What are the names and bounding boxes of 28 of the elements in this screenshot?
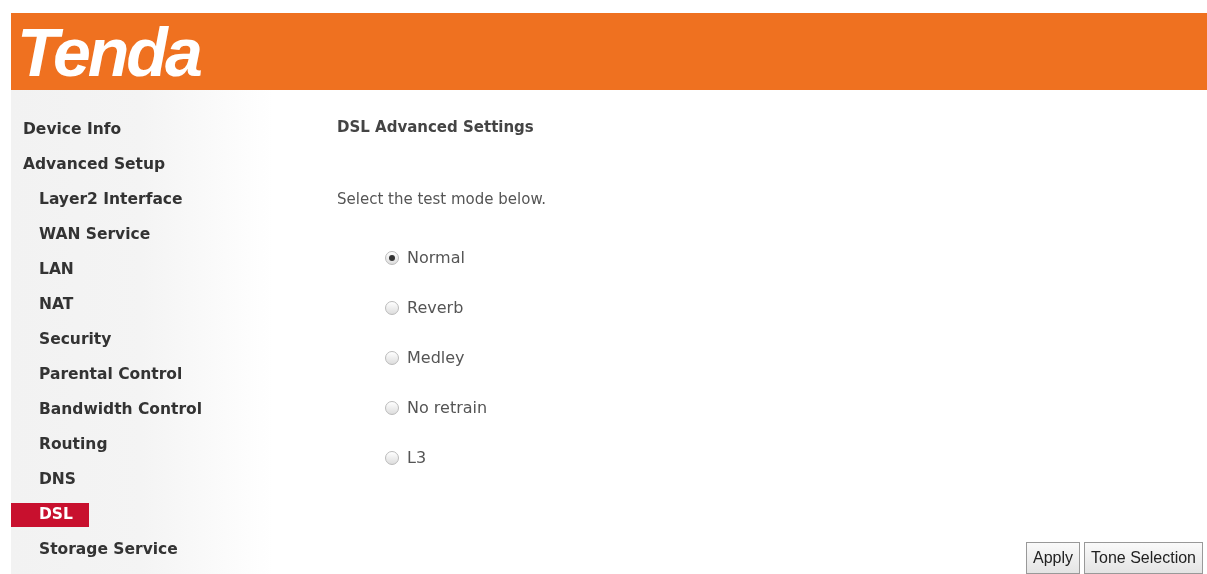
radio-label: Reverb xyxy=(407,297,464,319)
radio-button[interactable] xyxy=(385,301,399,315)
sidebar-item[interactable]: Device Info xyxy=(11,117,122,142)
action-button[interactable]: Apply xyxy=(1026,542,1081,574)
radio-label: Normal xyxy=(407,247,465,269)
sidebar-item[interactable]: NAT xyxy=(11,292,74,317)
radio-button[interactable] xyxy=(385,451,399,465)
radio-button[interactable] xyxy=(385,251,399,265)
sidebar-item[interactable]: Storage Service xyxy=(11,537,178,562)
sidebar-item[interactable]: DSL xyxy=(11,502,89,527)
radio-label: No retrain xyxy=(407,397,488,419)
instruction-text: Select the test mode below. xyxy=(337,188,548,210)
sidebar-item[interactable]: DNS xyxy=(11,467,76,492)
radio-button[interactable] xyxy=(385,351,399,365)
page-title: DSL Advanced Settings xyxy=(337,117,535,138)
radio-label: Medley xyxy=(407,347,465,369)
sidebar-item[interactable]: Parental Control xyxy=(11,362,183,387)
sidebar-item[interactable]: Routing xyxy=(11,432,108,457)
radio-button[interactable] xyxy=(385,401,399,415)
sidebar-item[interactable]: WAN Service xyxy=(11,222,151,247)
sidebar-item[interactable]: Advanced Setup xyxy=(11,152,166,177)
radio-label: L3 xyxy=(407,447,427,469)
action-button[interactable]: Tone Selection xyxy=(1084,542,1203,574)
sidebar-item[interactable]: LAN xyxy=(11,257,74,282)
sidebar-item[interactable]: Layer2 Interface xyxy=(11,187,183,212)
logo: Tenda xyxy=(17,17,200,86)
sidebar-item[interactable]: Security xyxy=(11,327,112,352)
sidebar-item[interactable]: Bandwidth Control xyxy=(11,397,203,422)
